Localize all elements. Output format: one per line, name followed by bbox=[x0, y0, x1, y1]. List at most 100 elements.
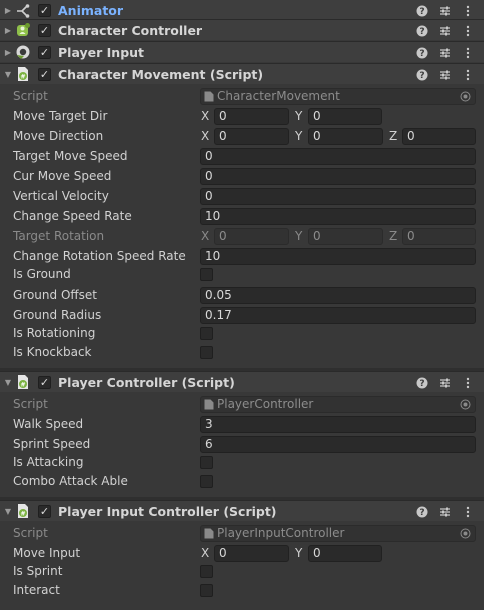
help-icon[interactable]: ? bbox=[416, 46, 428, 60]
foldout-collapsed-icon[interactable]: ▶ bbox=[3, 6, 13, 15]
z-value-input: 0 bbox=[402, 228, 476, 245]
is-knockback-checkbox[interactable] bbox=[200, 346, 213, 359]
foldout-expanded-icon[interactable]: ▼ bbox=[3, 378, 13, 387]
value-input[interactable]: 6 bbox=[200, 436, 476, 453]
component-enabled-checkbox[interactable]: ✓ bbox=[38, 4, 51, 17]
foldout-expanded-icon[interactable]: ▼ bbox=[3, 507, 13, 516]
is-ground-checkbox[interactable] bbox=[200, 268, 213, 281]
foldout-collapsed-icon[interactable]: ▶ bbox=[3, 48, 13, 57]
script-file-icon bbox=[204, 399, 214, 410]
value-input[interactable]: 10 bbox=[200, 208, 476, 225]
component-enabled-checkbox[interactable]: ✓ bbox=[38, 45, 51, 59]
kebab-menu-icon[interactable] bbox=[462, 376, 474, 390]
script-row: Script PlayerInputController bbox=[0, 524, 484, 543]
object-picker-icon[interactable] bbox=[460, 528, 471, 539]
field-row-vertical-velocity: Vertical Velocity 0 bbox=[0, 187, 484, 206]
field-label: Is Sprint bbox=[13, 564, 63, 578]
value-input[interactable]: 3 bbox=[200, 416, 476, 433]
component-header-player-input-controller[interactable]: ▼ # ✓ Player Input Controller (Script) ? bbox=[0, 500, 484, 521]
x-value-input[interactable]: 0 bbox=[214, 128, 289, 145]
component-title: Animator bbox=[58, 3, 124, 18]
value-input[interactable]: 0.05 bbox=[200, 287, 476, 304]
csharp-script-icon: # bbox=[15, 503, 31, 519]
is-attacking-checkbox[interactable] bbox=[200, 456, 213, 469]
field-label: Change Rotation Speed Rate bbox=[13, 249, 186, 263]
player-input-icon bbox=[15, 44, 31, 60]
presets-icon[interactable] bbox=[439, 24, 451, 38]
y-value-input[interactable]: 0 bbox=[308, 128, 383, 145]
component-enabled-checkbox[interactable]: ✓ bbox=[38, 504, 51, 518]
field-row-ground-radius: Ground Radius 0.17 bbox=[0, 306, 484, 325]
help-icon[interactable]: ? bbox=[416, 4, 428, 18]
component-header-character-controller[interactable]: ▶ ✓ Character Controller ? bbox=[0, 19, 484, 40]
foldout-collapsed-icon[interactable]: ▶ bbox=[3, 26, 13, 35]
x-axis-label[interactable]: X bbox=[201, 107, 209, 126]
script-value: PlayerController bbox=[217, 397, 314, 411]
kebab-menu-icon[interactable] bbox=[462, 505, 474, 519]
z-axis-label[interactable]: Z bbox=[389, 127, 397, 146]
script-object-field[interactable]: PlayerInputController bbox=[200, 525, 476, 542]
field-label: Is Attacking bbox=[13, 455, 84, 469]
value-input[interactable]: 0 bbox=[200, 188, 476, 205]
script-object-field[interactable]: CharacterMovement bbox=[200, 88, 476, 105]
component-header-animator[interactable]: ▶ ✓ Animator ? bbox=[0, 0, 484, 21]
is-sprint-checkbox[interactable] bbox=[200, 565, 213, 578]
field-row-move-input: Move Input X 0 Y 0 bbox=[0, 544, 484, 563]
kebab-menu-icon[interactable] bbox=[462, 4, 474, 18]
kebab-menu-icon[interactable] bbox=[462, 24, 474, 38]
help-icon[interactable]: ? bbox=[416, 505, 428, 519]
script-label: Script bbox=[13, 89, 48, 103]
component-header-player-controller[interactable]: ▼ # ✓ Player Controller (Script) ? bbox=[0, 371, 484, 392]
y-axis-label[interactable]: Y bbox=[295, 127, 302, 146]
y-axis-label[interactable]: Y bbox=[295, 107, 302, 126]
x-value-input[interactable]: 0 bbox=[214, 108, 289, 125]
field-label: Is Ground bbox=[13, 267, 71, 281]
object-picker-icon[interactable] bbox=[460, 399, 471, 410]
combo-attack-able-checkbox[interactable] bbox=[200, 475, 213, 488]
presets-icon[interactable] bbox=[439, 68, 451, 82]
presets-icon[interactable] bbox=[439, 505, 451, 519]
field-label: Is Knockback bbox=[13, 345, 92, 359]
kebab-menu-icon[interactable] bbox=[462, 46, 474, 60]
value-input[interactable]: 0.17 bbox=[200, 307, 476, 324]
x-value-input[interactable]: 0 bbox=[214, 545, 289, 562]
value-input[interactable]: 10 bbox=[200, 248, 476, 265]
y-axis-label[interactable]: Y bbox=[295, 544, 302, 563]
z-value-input[interactable]: 0 bbox=[402, 128, 476, 145]
value-input[interactable]: 0 bbox=[200, 148, 476, 165]
animator-icon bbox=[15, 3, 31, 19]
interact-checkbox[interactable] bbox=[200, 584, 213, 597]
csharp-script-icon: # bbox=[15, 374, 31, 390]
field-row-move-target-dir: Move Target Dir X 0 Y 0 bbox=[0, 107, 484, 126]
script-object-field[interactable]: PlayerController bbox=[200, 396, 476, 413]
is-rotationing-checkbox[interactable] bbox=[200, 327, 213, 340]
x-axis-label[interactable]: X bbox=[201, 127, 209, 146]
field-label: Change Speed Rate bbox=[13, 209, 132, 223]
object-picker-icon[interactable] bbox=[460, 91, 471, 102]
help-icon[interactable]: ? bbox=[416, 376, 428, 390]
svg-text:?: ? bbox=[419, 379, 424, 389]
field-label: Ground Radius bbox=[13, 308, 102, 322]
component-title: Player Input Controller (Script) bbox=[58, 503, 277, 519]
inspector-panel: ▶ ✓ Animator ? ▶ ✓ Character Controller … bbox=[0, 0, 484, 610]
component-enabled-checkbox[interactable]: ✓ bbox=[38, 67, 51, 81]
component-header-player-input[interactable]: ▶ ✓ Player Input ? bbox=[0, 41, 484, 62]
field-row-cur-move-speed: Cur Move Speed 0 bbox=[0, 167, 484, 186]
presets-icon[interactable] bbox=[439, 4, 451, 18]
x-axis-label[interactable]: X bbox=[201, 544, 209, 563]
component-enabled-checkbox[interactable]: ✓ bbox=[38, 375, 51, 389]
help-icon[interactable]: ? bbox=[416, 24, 428, 38]
y-value-input[interactable]: 0 bbox=[308, 545, 382, 562]
presets-icon[interactable] bbox=[439, 376, 451, 390]
y-axis-label: Y bbox=[295, 229, 303, 243]
presets-icon[interactable] bbox=[439, 46, 451, 60]
kebab-menu-icon[interactable] bbox=[462, 68, 474, 82]
foldout-expanded-icon[interactable]: ▼ bbox=[3, 70, 13, 79]
component-header-character-movement[interactable]: ▼ # ✓ Character Movement (Script) ? bbox=[0, 63, 484, 84]
component-title: Character Movement (Script) bbox=[58, 66, 264, 82]
y-value-input[interactable]: 0 bbox=[308, 108, 382, 125]
component-enabled-checkbox[interactable]: ✓ bbox=[38, 23, 51, 37]
value-input[interactable]: 0 bbox=[200, 168, 476, 185]
help-icon[interactable]: ? bbox=[416, 68, 428, 82]
field-label: Move Direction bbox=[13, 129, 104, 143]
